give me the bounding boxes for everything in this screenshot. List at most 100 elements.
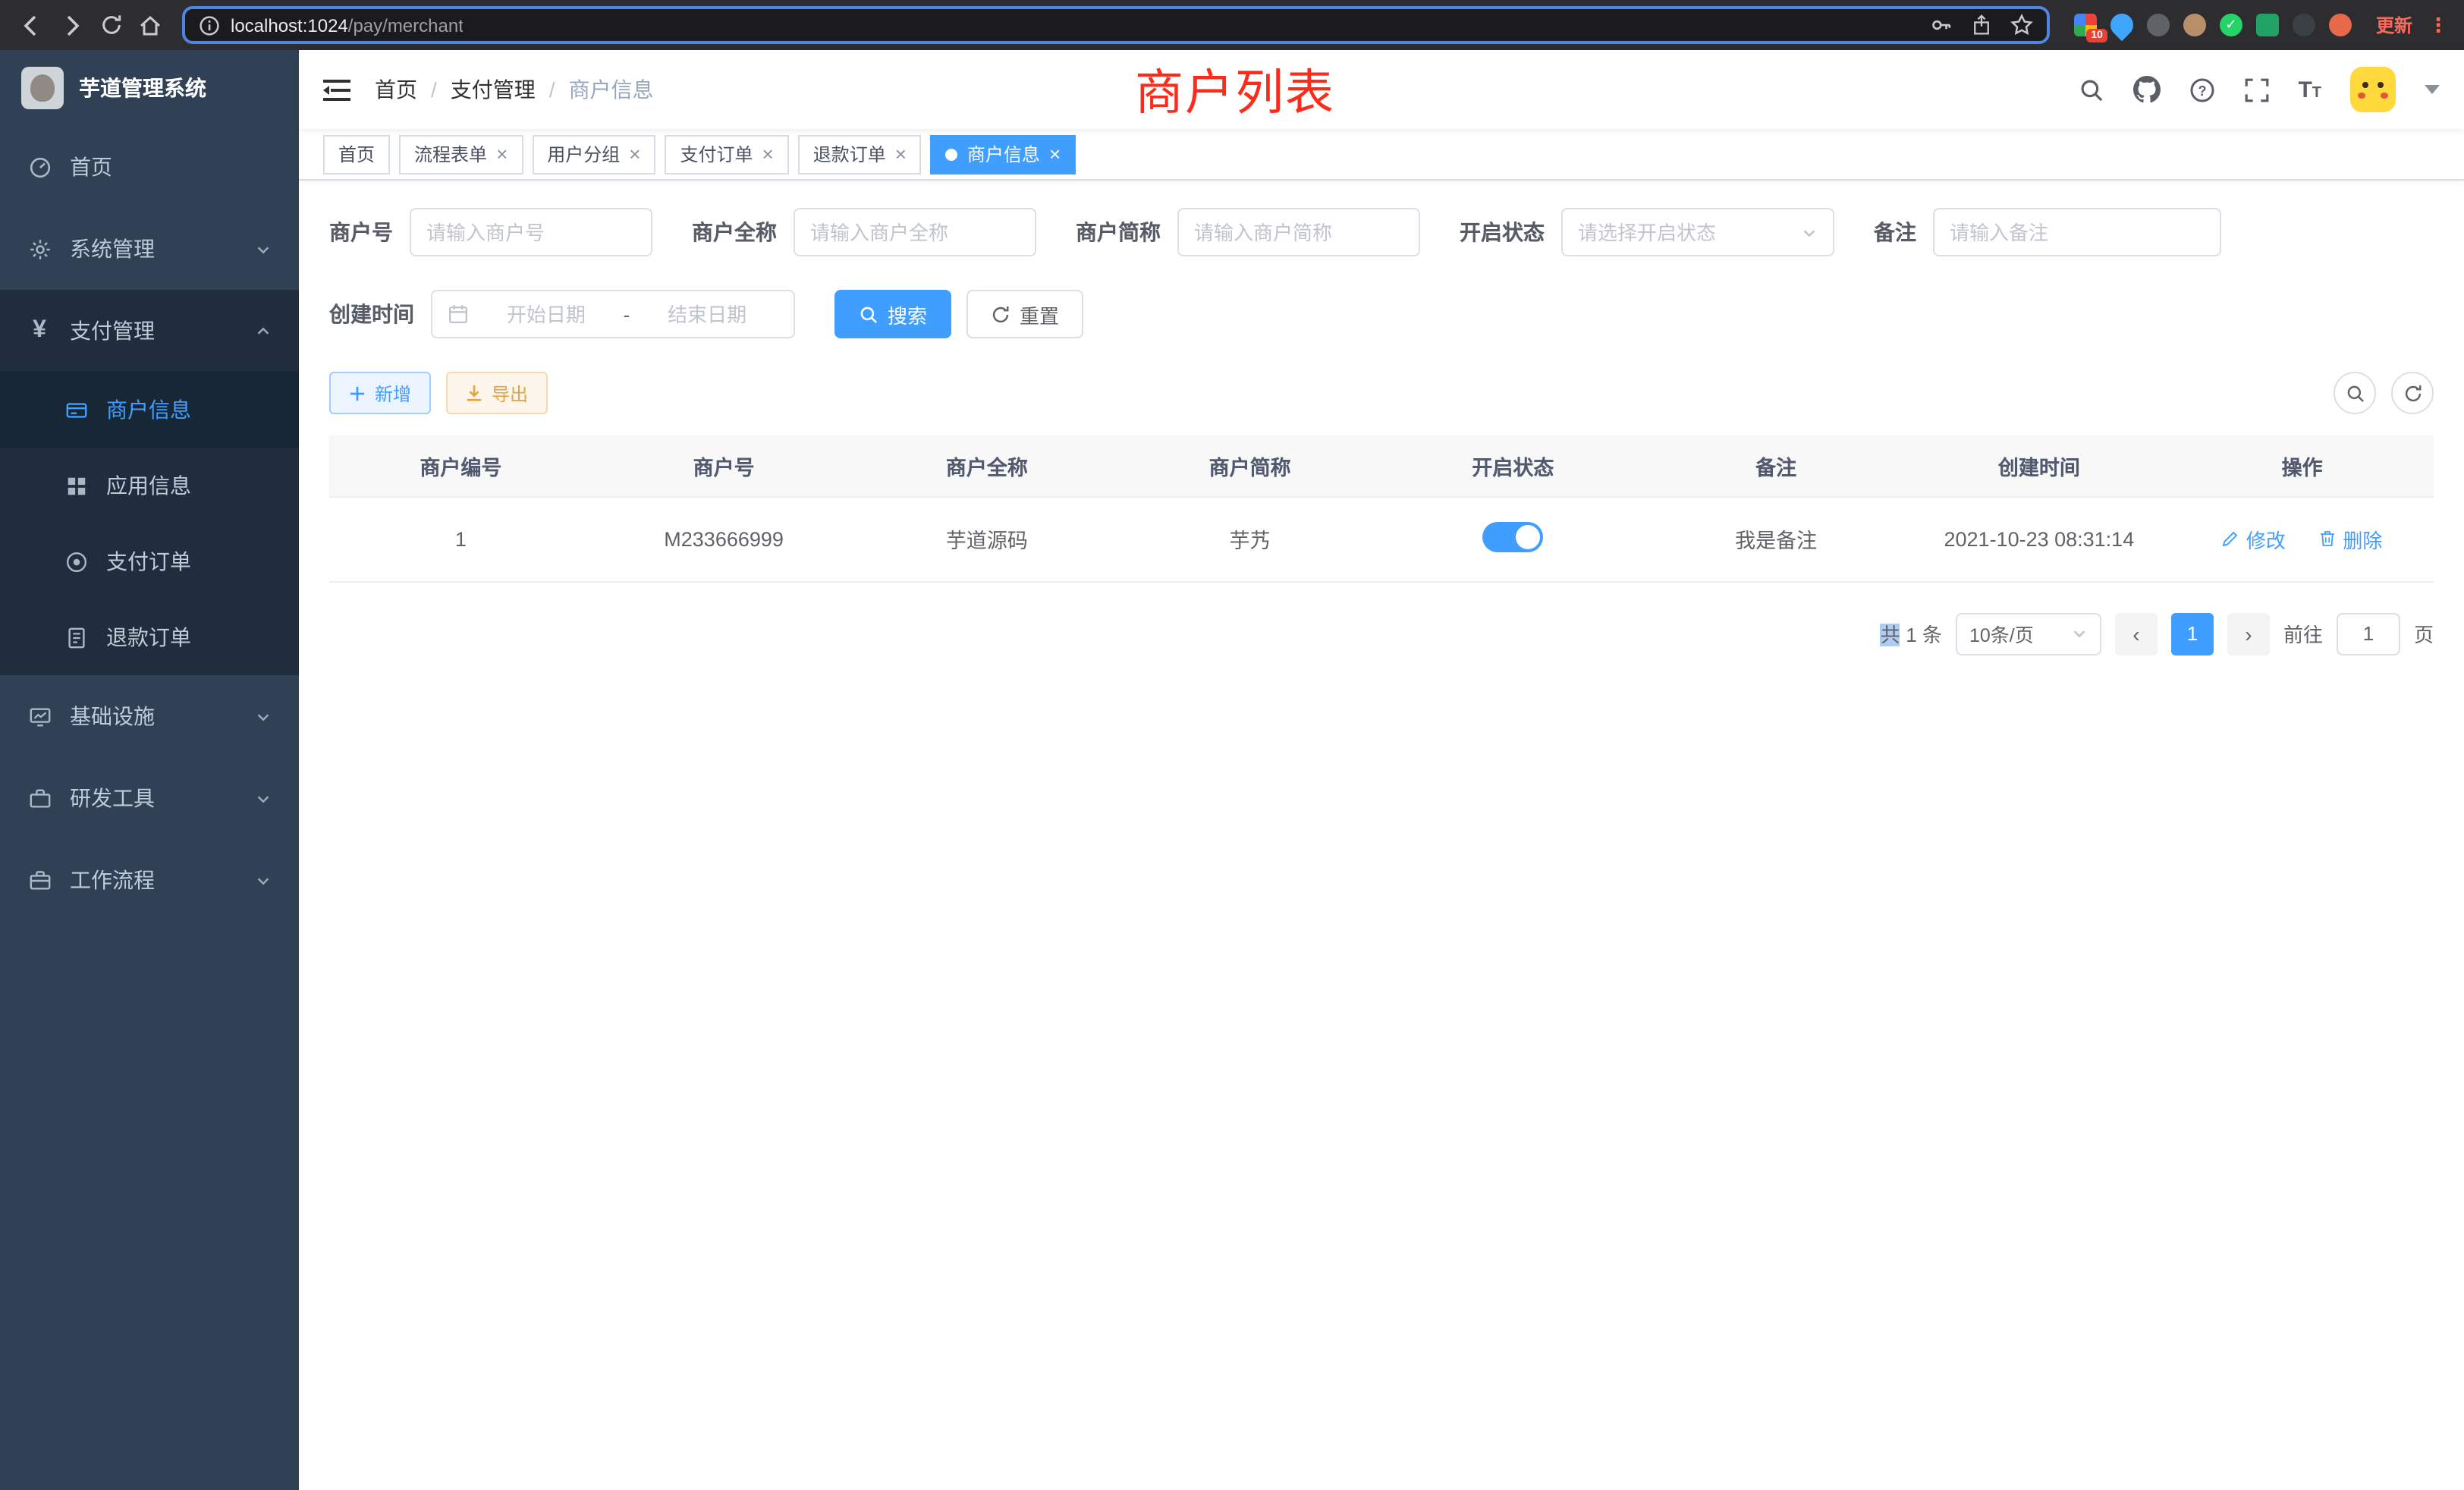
breadcrumb-home[interactable]: 首页 [375,74,417,105]
close-icon[interactable]: × [762,144,774,164]
tab-user-group[interactable]: 用户分组 × [532,134,655,174]
merchant-no-input[interactable] [426,221,636,244]
screen: localhost:1024/pay/merchant 10 ✓ [0,0,2464,1490]
font-size-icon[interactable]: TT [2298,77,2321,102]
page-info-icon[interactable] [199,14,220,36]
fullscreen-icon[interactable] [2243,77,2269,102]
sidebar-item-label: 商户信息 [106,395,191,425]
tags-view-bar: 首页 流程表单 × 用户分组 × 支付订单 × 退款订单 × [299,129,2464,181]
short-name-input[interactable] [1194,221,1403,244]
avatar-caret-icon[interactable] [2425,85,2440,94]
extension-check-icon[interactable]: ✓ [2220,14,2242,36]
chevron-up-icon [255,322,272,339]
tab-home[interactable]: 首页 [323,134,390,174]
extension-avatar-icon[interactable] [2183,14,2206,36]
chevron-down-icon [2071,625,2088,642]
tab-label: 商户信息 [967,141,1040,167]
sidebar-item-label: 退款订单 [106,622,191,652]
filter-row-1: 商户号 商户全称 商户简称 开启状态 [329,208,2434,256]
table-header-row: 商户编号 商户号 商户全称 商户简称 开启状态 备注 创建时间 操作 [329,435,2434,496]
col-short-name: 商户简称 [1118,435,1381,496]
goto-suffix: 页 [2414,619,2434,648]
sidebar-item-merchant-info[interactable]: 商户信息 [0,372,299,448]
page-1-button[interactable]: 1 [2171,612,2214,655]
create-time-field: 创建时间 - [329,290,795,338]
export-button[interactable]: 导出 [446,372,548,414]
reset-button[interactable]: 重置 [966,290,1083,338]
date-range-picker[interactable]: - [431,290,795,338]
browser-update-button[interactable]: 更新 [2367,12,2422,38]
avatar[interactable] [2350,67,2396,112]
delete-link[interactable]: 删除 [2318,524,2382,553]
close-icon[interactable]: × [1049,144,1061,164]
extension-profile-icon[interactable] [2329,14,2352,36]
status-toggle[interactable] [1482,521,1543,552]
navbar-actions: ? TT [2078,67,2440,112]
tab-merchant-info[interactable]: 商户信息 × [931,134,1076,174]
end-date-input[interactable] [636,303,778,325]
sidebar-item-system-management[interactable]: 系统管理 [0,208,299,290]
full-name-input[interactable] [810,221,1020,244]
merchant-no-label: 商户号 [329,217,393,247]
share-icon[interactable] [1971,14,1992,36]
search-icon[interactable] [2078,77,2104,102]
app-logo[interactable]: 芋道管理系统 [0,50,299,126]
export-button-label: 导出 [492,380,528,406]
breadcrumb-payment-management[interactable]: 支付管理 [451,74,536,105]
sidebar-item-home[interactable]: 首页 [0,126,299,208]
extension-drop-icon[interactable] [2106,9,2138,41]
extension-grid-icon[interactable]: 10 [2074,14,2097,36]
sidebar-item-infrastructure[interactable]: 基础设施 [0,675,299,757]
password-key-icon[interactable] [1930,14,1953,36]
sidebar-item-payment-management[interactable]: ¥ 支付管理 [0,290,299,372]
breadcrumb-separator: / [431,77,437,102]
close-icon[interactable]: × [496,144,508,164]
edit-link[interactable]: 修改 [2222,524,2286,553]
browser-reload-icon[interactable] [94,8,127,42]
page-size-select[interactable]: 10条/页 [1956,612,2101,655]
address-bar[interactable]: localhost:1024/pay/merchant [182,6,2050,44]
browser-back-icon[interactable] [15,8,49,42]
add-button[interactable]: 新增 [329,372,431,414]
extension-pin-icon[interactable] [2293,14,2315,36]
sidebar-item-workflow[interactable]: 工作流程 [0,839,299,921]
tab-process-form[interactable]: 流程表单 × [399,134,523,174]
search-button[interactable]: 搜索 [834,290,951,338]
app-grid-icon [64,473,88,498]
tab-refund-order[interactable]: 退款订单 × [798,134,922,174]
goto-page-input[interactable] [2337,612,2400,655]
close-icon[interactable]: × [895,144,907,164]
help-icon[interactable]: ? [2189,77,2214,102]
toggle-search-button[interactable] [2334,372,2376,414]
next-page-button[interactable]: › [2227,612,2270,655]
close-icon[interactable]: × [629,144,640,164]
status-select-input[interactable] [1578,221,1795,244]
sidebar-item-app-info[interactable]: 应用信息 [0,448,299,523]
browser-menu-icon[interactable]: ⋮ [2428,13,2449,37]
browser-home-icon[interactable] [134,8,167,42]
order-target-icon [64,549,88,574]
delete-link-label: 删除 [2343,524,2382,553]
sidebar-item-dev-tools[interactable]: 研发工具 [0,757,299,839]
pagination-total-suffix: 条 [1922,624,1942,646]
reset-button-label: 重置 [1020,300,1059,328]
tab-payment-order[interactable]: 支付订单 × [665,134,788,174]
browser-forward-icon[interactable] [55,8,88,42]
extension-notes-icon[interactable] [2256,14,2279,36]
browser-toolbar: localhost:1024/pay/merchant 10 ✓ [0,0,2464,50]
breadcrumb-merchant-info: 商户信息 [569,74,654,105]
start-date-input[interactable] [475,303,618,325]
refresh-table-button[interactable] [2391,372,2434,414]
bookmark-star-icon[interactable] [2010,14,2033,36]
short-name-label: 商户简称 [1076,217,1161,247]
sidebar-item-payment-orders[interactable]: 支付订单 [0,523,299,599]
remark-input[interactable] [1950,221,2205,244]
extension-dark-icon[interactable] [2147,14,2170,36]
sidebar-item-refund-orders[interactable]: 退款订单 [0,599,299,675]
sidebar-toggle-icon[interactable] [323,78,350,101]
github-icon[interactable] [2132,76,2160,103]
app-title: 芋道管理系统 [79,73,206,103]
table-row: 1 M233666999 芋道源码 芋艿 我是备注 2021-10-23 08:… [329,496,2434,581]
prev-page-button[interactable]: ‹ [2115,612,2158,655]
status-select[interactable] [1561,208,1834,256]
